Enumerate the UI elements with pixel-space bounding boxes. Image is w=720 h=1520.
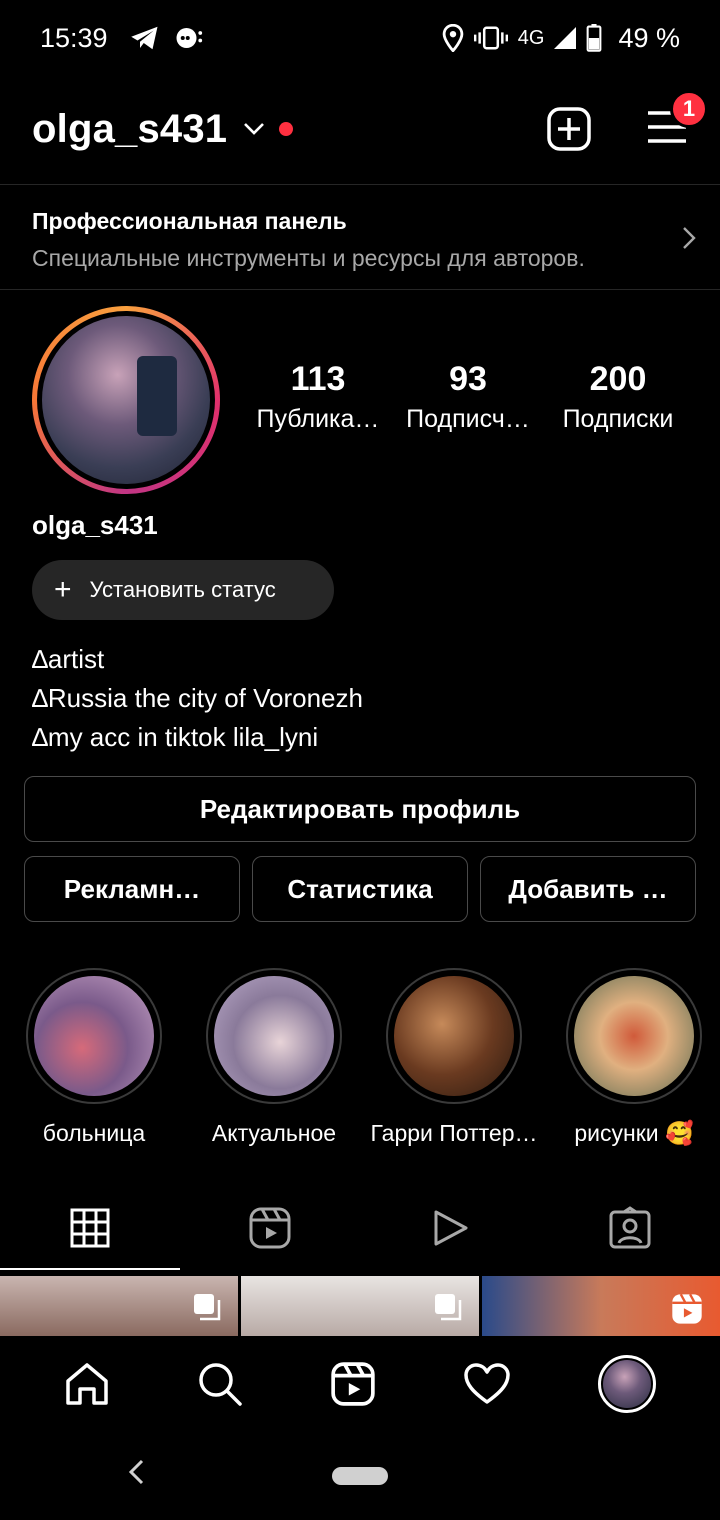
video-icon xyxy=(434,1210,468,1246)
highlight-cover xyxy=(214,976,334,1096)
edit-profile-button[interactable]: Редактировать профиль xyxy=(24,776,696,842)
highlight-label: Гарри Поттер… xyxy=(370,1120,538,1146)
insights-button[interactable]: Статистика xyxy=(252,856,468,922)
professional-dashboard[interactable]: Профессиональная панель Специальные инст… xyxy=(32,196,696,286)
heart-icon[interactable] xyxy=(463,1362,511,1406)
highlight-item[interactable]: Актуальное xyxy=(204,968,344,1147)
stat-following-label: Подписки xyxy=(562,405,674,433)
stat-following[interactable]: 200 Подписки xyxy=(548,360,688,434)
plus-icon: + xyxy=(54,573,72,606)
back-icon[interactable] xyxy=(126,1458,146,1486)
add-shop-button[interactable]: Добавить … xyxy=(480,856,696,922)
highlight-label: больница xyxy=(42,1120,146,1146)
divider xyxy=(0,289,720,290)
notification-badge: 1 xyxy=(670,89,708,128)
highlight-cover xyxy=(574,976,694,1096)
stat-following-count: 200 xyxy=(589,360,647,398)
menu-button[interactable]: 1 xyxy=(646,89,708,149)
network-type: 4G xyxy=(517,26,545,49)
pro-panel-title: Профессиональная панель xyxy=(32,208,347,234)
highlight-item[interactable]: рисунки 🥰 xyxy=(564,968,704,1147)
status-bar: 15:39 4G 49 % xyxy=(0,0,720,76)
chevron-down-icon[interactable] xyxy=(243,122,265,136)
battery-percent: 49 % xyxy=(618,22,680,53)
battery-icon xyxy=(587,24,602,52)
tab-reels[interactable] xyxy=(180,1186,360,1270)
create-plus-icon[interactable] xyxy=(546,106,592,152)
profile-tabs xyxy=(0,1186,720,1270)
avatar-image xyxy=(42,316,210,484)
reels-icon xyxy=(249,1207,291,1249)
posts-grid xyxy=(0,1276,720,1336)
stat-followers-count: 93 xyxy=(449,360,487,398)
divider xyxy=(0,184,720,185)
telegram-icon xyxy=(130,26,158,50)
tagged-icon xyxy=(609,1206,651,1249)
set-status-label: Установить статус xyxy=(89,577,276,602)
active-tab-indicator xyxy=(0,1268,180,1270)
highlight-item[interactable]: больница xyxy=(24,968,164,1147)
carousel-icon xyxy=(435,1294,462,1321)
bio-line: ∆my acc in tiktok lila_lyni xyxy=(32,722,319,752)
stat-posts-count: 113 xyxy=(290,360,346,398)
highlight-cover xyxy=(34,976,154,1096)
tab-video[interactable] xyxy=(360,1186,540,1270)
unread-dot xyxy=(279,122,294,136)
post-thumbnail[interactable] xyxy=(482,1276,720,1336)
grid-icon xyxy=(70,1208,110,1248)
tab-tagged[interactable] xyxy=(540,1186,720,1270)
reels-nav-icon[interactable] xyxy=(330,1361,376,1407)
search-icon[interactable] xyxy=(197,1361,243,1407)
post-thumbnail[interactable] xyxy=(241,1276,479,1336)
account-switcher-username[interactable]: olga_s431 xyxy=(32,107,227,152)
stat-posts[interactable]: 113 Публика… xyxy=(248,360,388,434)
bio-line: ∆artist xyxy=(32,644,105,674)
chat-icon xyxy=(176,28,202,48)
system-navigation xyxy=(0,1432,720,1520)
profile-stats: 113 Публика… 93 Подписч… 200 Подписки xyxy=(248,360,688,434)
stat-followers-label: Подписч… xyxy=(406,405,530,433)
signal-icon xyxy=(554,27,577,49)
tab-posts[interactable] xyxy=(0,1186,180,1270)
carousel-icon xyxy=(194,1294,221,1321)
story-highlights: больница Актуальное Гарри Поттер… рисунк… xyxy=(24,968,704,1147)
stat-posts-label: Публика… xyxy=(256,405,380,433)
stat-followers[interactable]: 93 Подписч… xyxy=(398,360,538,434)
bottom-navigation xyxy=(0,1336,720,1432)
profile-header: olga_s431 1 xyxy=(32,89,708,168)
location-icon xyxy=(442,24,464,52)
highlight-item[interactable]: Гарри Поттер… xyxy=(371,968,538,1147)
profile-avatar[interactable] xyxy=(32,306,220,494)
profile-nav-avatar[interactable] xyxy=(598,1355,657,1413)
home-icon[interactable] xyxy=(64,1361,110,1407)
reels-icon xyxy=(672,1293,702,1324)
set-status-button[interactable]: + Установить статус xyxy=(32,560,334,620)
highlight-cover xyxy=(394,976,514,1096)
profile-bio: ∆artist ∆Russia the city of Voronezh ∆my… xyxy=(32,640,363,757)
status-time: 15:39 xyxy=(40,22,108,53)
post-thumbnail[interactable] xyxy=(0,1276,238,1336)
ad-tools-button[interactable]: Рекламн… xyxy=(24,856,240,922)
profile-name: olga_s431 xyxy=(32,510,158,540)
bio-line: ∆Russia the city of Voronezh xyxy=(32,683,363,713)
highlight-label: Актуальное xyxy=(211,1120,337,1146)
highlight-label: рисунки 🥰 xyxy=(574,1120,694,1146)
chevron-right-icon xyxy=(683,227,696,249)
home-pill[interactable] xyxy=(332,1467,388,1485)
pro-panel-subtitle: Специальные инструменты и ресурсы для ав… xyxy=(32,245,585,271)
vibrate-icon xyxy=(473,26,508,50)
